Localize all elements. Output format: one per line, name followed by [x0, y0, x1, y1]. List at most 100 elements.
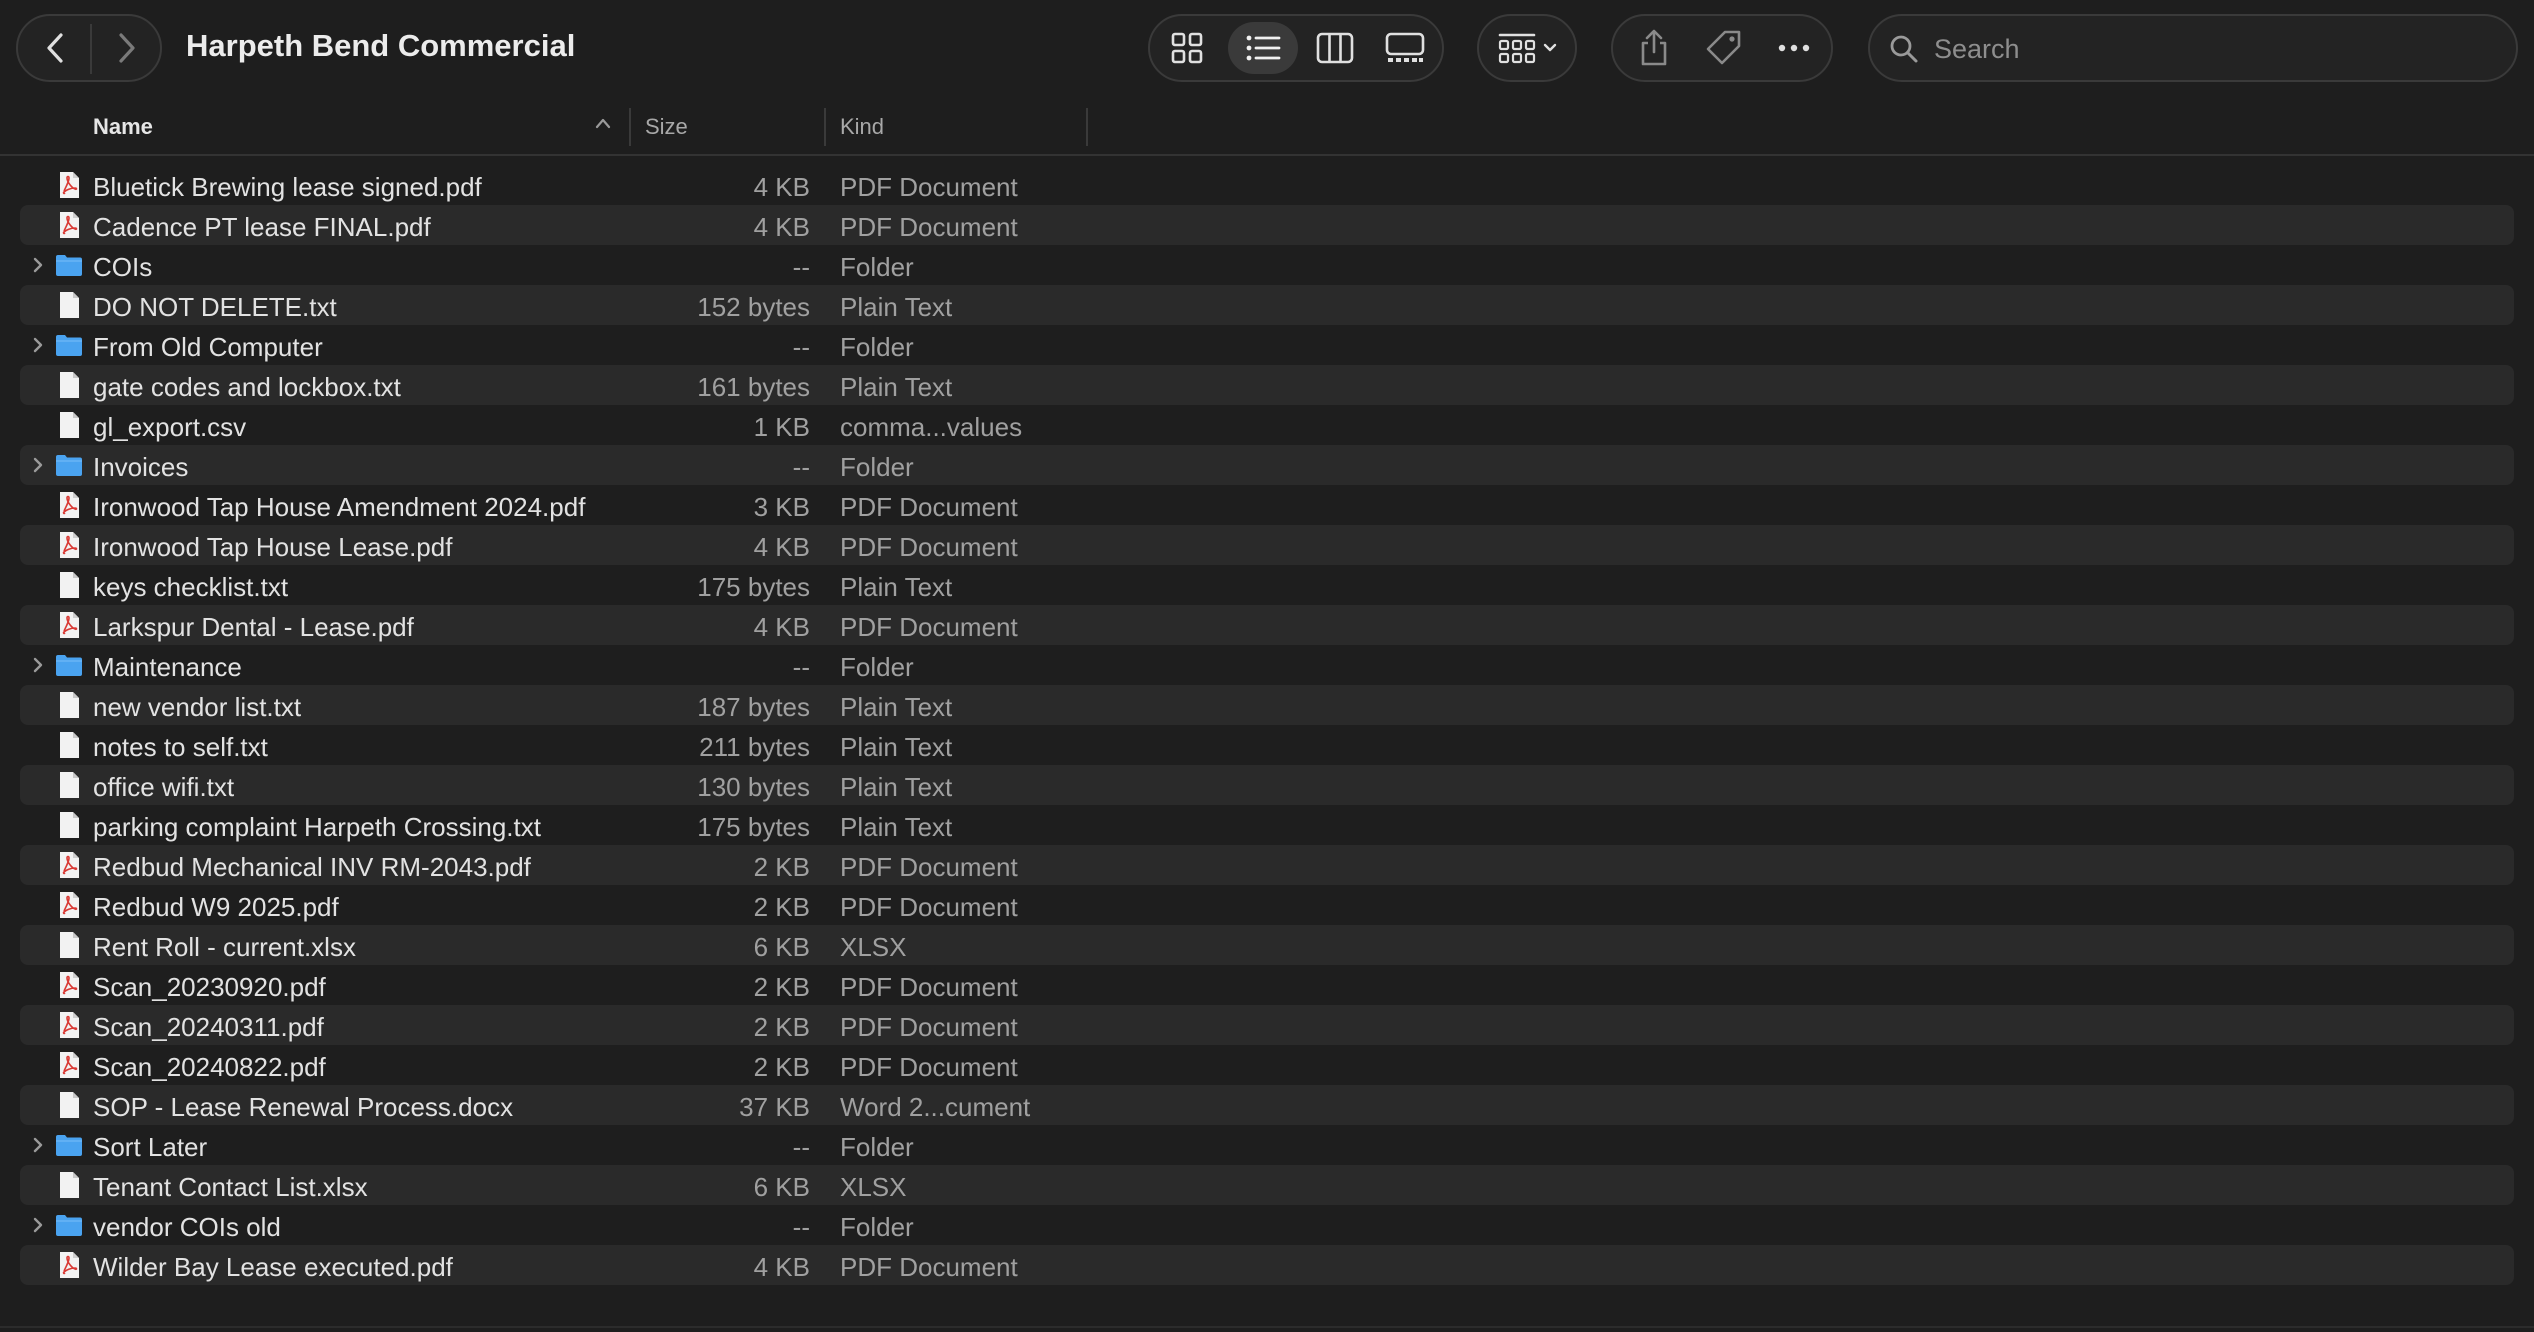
file-name: From Old Computer — [93, 332, 323, 362]
file-kind: Folder — [840, 252, 914, 282]
file-row[interactable]: Invoices -- Folder — [20, 445, 2514, 485]
list-view-button[interactable] — [1230, 22, 1296, 74]
file-row[interactable]: keys checklist.txt 175 bytes Plain Text — [20, 565, 2514, 605]
file-row[interactable]: Redbud W9 2025.pdf 2 KB PDF Document — [20, 885, 2514, 925]
file-row[interactable]: Sort Later -- Folder — [20, 1125, 2514, 1165]
file-row[interactable]: Maintenance -- Folder — [20, 645, 2514, 685]
back-button[interactable] — [26, 22, 84, 74]
column-divider[interactable] — [1086, 108, 1088, 146]
disclosure-triangle-icon[interactable] — [28, 1215, 48, 1235]
file-kind: comma...values — [840, 412, 1023, 442]
file-row[interactable]: From Old Computer -- Folder — [20, 325, 2514, 365]
document-file-icon — [54, 730, 84, 760]
file-name: gl_export.csv — [93, 412, 247, 442]
file-size: 4 KB — [753, 212, 810, 242]
group-by-button[interactable] — [1485, 22, 1571, 74]
file-row[interactable]: Rent Roll - current.xlsx 6 KB XLSX — [20, 925, 2514, 965]
bottom-divider — [0, 1326, 2534, 1328]
file-row[interactable]: gate codes and lockbox.txt 161 bytes Plain… — [20, 365, 2514, 405]
file-name: COIs — [93, 252, 153, 282]
share-icon — [1641, 29, 1667, 66]
file-row[interactable]: Cadence PT lease FINAL.pdf 4 KB PDF Docume… — [20, 205, 2514, 245]
file-kind: PDF Document — [840, 892, 1018, 922]
icon-view-button[interactable] — [1154, 22, 1220, 74]
file-row[interactable]: new vendor list.txt 187 bytes Plain Text — [20, 685, 2514, 725]
name-column-header[interactable]: Name — [93, 114, 153, 140]
file-row[interactable]: vendor COIs old -- Folder — [20, 1205, 2514, 1245]
file-name: Sort Later — [93, 1132, 208, 1162]
grid-icon — [1171, 32, 1203, 64]
column-divider[interactable] — [629, 108, 631, 146]
file-row[interactable]: Scan_20240311.pdf 2 KB PDF Document — [20, 1005, 2514, 1045]
file-row[interactable]: notes to self.txt 211 bytes Plain Text — [20, 725, 2514, 765]
pdf-file-icon — [54, 970, 84, 1000]
file-row[interactable]: office wifi.txt 130 bytes Plain Text — [20, 765, 2514, 805]
disclosure-triangle-icon[interactable] — [28, 655, 48, 675]
file-row[interactable]: Scan_20230920.pdf 2 KB PDF Document — [20, 965, 2514, 1005]
file-row[interactable]: SOP - Lease Renewal Process.docx 37 KB Wor… — [20, 1085, 2514, 1125]
gallery-view-button[interactable] — [1372, 22, 1438, 74]
file-name: DO NOT DELETE.txt — [93, 292, 337, 322]
columns-icon — [1316, 32, 1354, 64]
file-size: 1 KB — [753, 412, 810, 442]
file-name: vendor COIs old — [93, 1212, 281, 1242]
file-kind: PDF Document — [840, 1052, 1018, 1082]
document-file-icon — [54, 690, 84, 720]
file-name: Cadence PT lease FINAL.pdf — [93, 212, 431, 242]
size-column-header[interactable]: Size — [645, 114, 688, 140]
file-kind: Plain Text — [840, 732, 953, 762]
file-row[interactable]: COIs -- Folder — [20, 245, 2514, 285]
tag-button[interactable] — [1695, 22, 1753, 74]
file-name: Ironwood Tap House Lease.pdf — [93, 532, 453, 562]
file-size: 211 bytes — [699, 732, 810, 762]
file-size: 6 KB — [753, 1172, 810, 1202]
pdf-file-icon — [54, 490, 84, 520]
file-name: Maintenance — [93, 652, 242, 682]
share-button[interactable] — [1625, 22, 1683, 74]
pdf-file-icon — [54, 1250, 84, 1280]
action-group — [1611, 14, 1833, 82]
folder-icon — [54, 1130, 84, 1160]
file-row[interactable]: gl_export.csv 1 KB comma...values — [20, 405, 2514, 445]
file-size: 3 KB — [753, 492, 810, 522]
file-row[interactable]: Wilder Bay Lease executed.pdf 4 KB PDF Doc… — [20, 1245, 2514, 1285]
sort-ascending-icon — [595, 118, 611, 129]
disclosure-triangle-icon[interactable] — [28, 455, 48, 475]
kind-column-header[interactable]: Kind — [840, 114, 884, 140]
file-row[interactable]: Redbud Mechanical INV RM-2043.pdf 2 KB PDF… — [20, 845, 2514, 885]
file-kind: PDF Document — [840, 212, 1018, 242]
column-divider[interactable] — [824, 108, 826, 146]
file-row[interactable]: DO NOT DELETE.txt 152 bytes Plain Text — [20, 285, 2514, 325]
file-row[interactable]: Ironwood Tap House Amendment 2024.pdf 3 K… — [20, 485, 2514, 525]
file-row[interactable]: Bluetick Brewing lease signed.pdf 4 KB PDF… — [20, 165, 2514, 205]
file-row[interactable]: Larkspur Dental - Lease.pdf 4 KB PDF Docum… — [20, 605, 2514, 645]
file-kind: PDF Document — [840, 1012, 1018, 1042]
chevron-down-icon — [1543, 43, 1557, 52]
search-input[interactable]: Search — [1934, 34, 2020, 65]
file-kind: PDF Document — [840, 492, 1018, 522]
document-file-icon — [54, 930, 84, 960]
file-name: Ironwood Tap House Amendment 2024.pdf — [93, 492, 586, 522]
more-button[interactable] — [1765, 22, 1823, 74]
disclosure-triangle-icon[interactable] — [28, 1135, 48, 1155]
disclosure-triangle-icon[interactable] — [28, 335, 48, 355]
chevron-left-icon — [47, 33, 63, 63]
file-row[interactable]: Ironwood Tap House Lease.pdf 4 KB PDF Docu… — [20, 525, 2514, 565]
toolbar: Harpeth Bend Commercial Search — [0, 0, 2534, 96]
search-icon — [1890, 35, 1918, 63]
file-row[interactable]: parking complaint Harpeth Crossing.txt 17… — [20, 805, 2514, 845]
folder-icon — [54, 650, 84, 680]
view-mode-group — [1148, 14, 1444, 82]
forward-button[interactable] — [98, 22, 156, 74]
search-field[interactable]: Search — [1868, 14, 2518, 82]
document-file-icon — [54, 370, 84, 400]
file-row[interactable]: Scan_20240822.pdf 2 KB PDF Document — [20, 1045, 2514, 1085]
document-file-icon — [54, 1090, 84, 1120]
file-row[interactable]: Tenant Contact List.xlsx 6 KB XLSX — [20, 1165, 2514, 1205]
file-size: 2 KB — [753, 1012, 810, 1042]
disclosure-triangle-icon[interactable] — [28, 255, 48, 275]
file-size: 4 KB — [753, 532, 810, 562]
file-size: -- — [792, 452, 810, 482]
column-view-button[interactable] — [1302, 22, 1368, 74]
file-kind: PDF Document — [840, 1252, 1018, 1282]
